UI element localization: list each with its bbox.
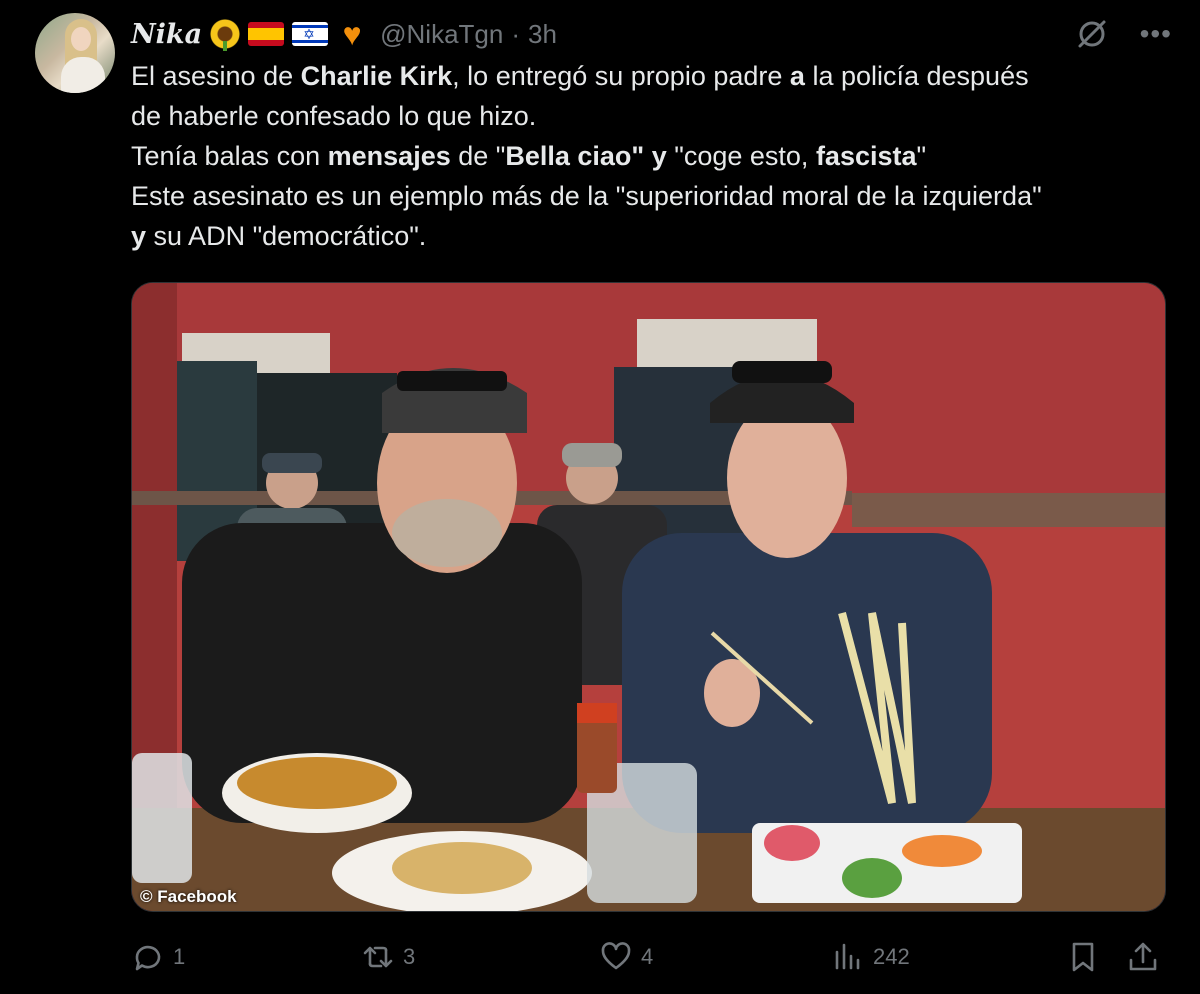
retweet-icon [363,946,393,968]
heart-icon [601,942,631,970]
photo-illustration [132,283,1165,911]
reply-button[interactable]: 1 [131,935,185,979]
share-icon [1129,942,1157,971]
grok-icon[interactable] [1074,16,1110,52]
time-separator: · [511,18,521,49]
timestamp[interactable]: 3h [528,19,557,50]
photo-credit: © Facebook [140,887,237,906]
retweet-button[interactable]: 3 [361,935,415,979]
display-name[interactable]: Nika [131,19,202,50]
more-options-icon[interactable]: ••• [1140,20,1172,48]
tweet-actions: 1 3 4 242 [131,935,1171,979]
tweet-text-line: Tenía balas con mensajes de "Bella ciao"… [131,141,927,171]
like-count: 4 [641,944,654,969]
tweet[interactable]: Nika ♥ @NikaTgn · 3h ••• El asesino de C… [0,0,1200,994]
user-handle[interactable]: @NikaTgn [380,19,503,50]
share-button[interactable] [1126,935,1160,979]
tweet-text-line: de haberle confesado lo que hizo. [131,101,537,131]
views-chart-icon [835,943,860,970]
retweet-count: 3 [403,944,416,969]
tweet-text-line: Este asesinato es un ejemplo más de la "… [131,181,1042,211]
views-button[interactable]: 242 [831,935,910,979]
tweet-text-line: El asesino de Charlie Kirk, lo entregó s… [131,61,1029,91]
bookmark-icon [1072,942,1094,972]
avatar-body [61,57,105,93]
orange-heart-emoji: ♥ [342,16,362,52]
israel-flag-emoji [292,22,329,46]
tweet-photo[interactable]: © Facebook [131,282,1166,912]
like-button[interactable]: 4 [599,935,653,979]
bookmark-button[interactable] [1066,935,1100,979]
avatar-face [71,27,91,51]
tweet-text: El asesino de Charlie Kirk, lo entregó s… [131,56,1181,256]
avatar[interactable] [35,13,115,93]
reply-icon [135,945,161,971]
views-count: 242 [873,944,910,969]
tweet-text-line: y su ADN "democrático". [131,221,427,251]
sunflower-emoji [210,19,241,51]
spain-flag-emoji [248,22,285,46]
tweet-top-icons: ••• [1074,16,1172,52]
reply-count: 1 [173,944,186,969]
tweet-header: Nika ♥ @NikaTgn · 3h [131,14,557,54]
